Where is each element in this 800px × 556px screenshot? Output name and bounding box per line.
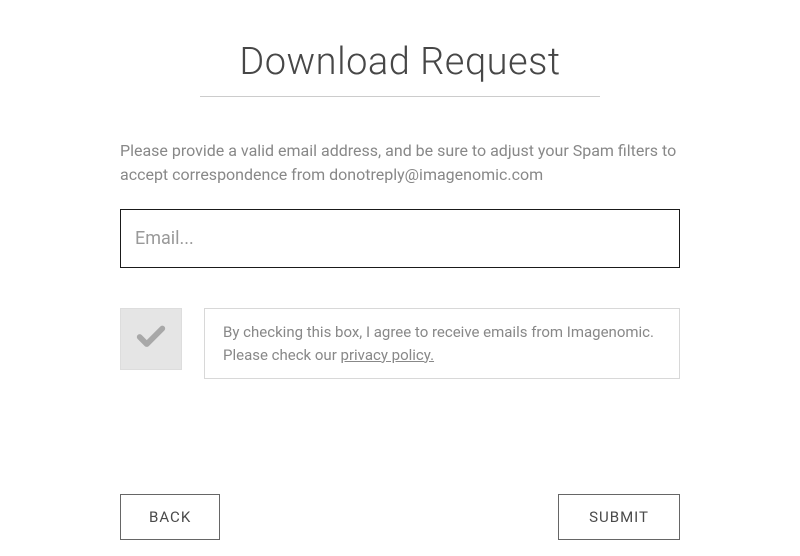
download-request-form: Download Request Please provide a valid … bbox=[0, 0, 800, 540]
consent-text: By checking this box, I agree to receive… bbox=[204, 308, 680, 379]
instructions-text: Please provide a valid email address, an… bbox=[120, 139, 680, 187]
consent-row: By checking this box, I agree to receive… bbox=[120, 308, 680, 379]
consent-checkbox[interactable] bbox=[120, 308, 182, 370]
back-button[interactable]: BACK bbox=[120, 494, 220, 540]
check-icon bbox=[134, 320, 168, 358]
email-input[interactable] bbox=[120, 209, 680, 268]
submit-button[interactable]: SUBMIT bbox=[558, 494, 680, 540]
title-divider bbox=[200, 96, 600, 97]
privacy-policy-link[interactable]: privacy policy. bbox=[341, 346, 435, 364]
button-row: BACK SUBMIT bbox=[120, 494, 680, 540]
page-title: Download Request bbox=[120, 40, 680, 84]
consent-text-before: By checking this box, I agree to receive… bbox=[223, 323, 654, 364]
